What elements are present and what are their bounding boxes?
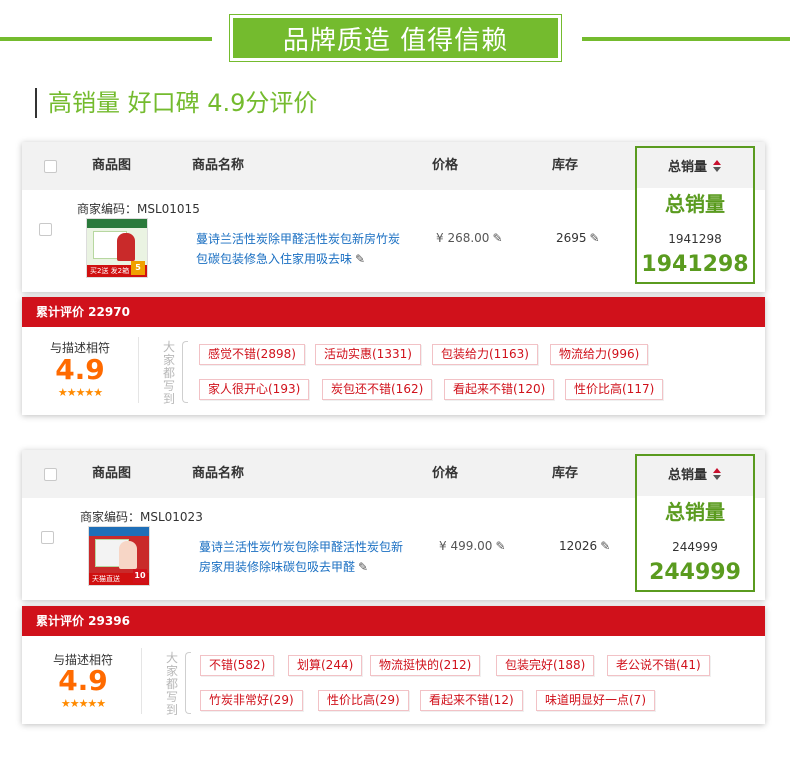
sales-count: 1941298: [668, 232, 722, 246]
banner-line-left: [0, 37, 212, 41]
product-name-link[interactable]: 蔓诗兰活性炭竹炭包除甲醛活性炭包新房家用装修除味碳包吸去甲醛 ✎: [199, 537, 404, 577]
edit-stock-icon[interactable]: ✎: [600, 539, 610, 553]
banner-line-right: [582, 37, 790, 41]
review-tag[interactable]: 看起来不错(12): [420, 690, 523, 711]
divider: [141, 648, 142, 714]
row-checkbox[interactable]: [41, 531, 54, 544]
everyone-says-label: 大家都写到: [163, 340, 176, 406]
header-price: 价格: [432, 158, 459, 173]
review-tag[interactable]: 炭包还不错(162): [322, 379, 433, 400]
everyone-says-label: 大家都写到: [166, 651, 179, 717]
brace-divider: [185, 652, 191, 714]
review-total: 累计评价 29396: [22, 606, 765, 636]
review-summary: 累计评价 29396 与描述相符 4.9 ★★★★★ 大家都写到 不错(582)…: [22, 606, 765, 724]
review-tag[interactable]: 性价比高(117): [565, 379, 664, 400]
row-checkbox[interactable]: [39, 223, 52, 236]
review-tag[interactable]: 味道明显好一点(7): [536, 690, 655, 711]
sales-highlight-box: 总销量 总销量 1941298 1941298: [635, 146, 755, 284]
review-tag[interactable]: 包装给力(1163): [432, 344, 538, 365]
review-tag[interactable]: 物流挺快的(212): [370, 655, 481, 676]
review-tag[interactable]: 感觉不错(2898): [199, 344, 305, 365]
review-tag[interactable]: 活动实惠(1331): [315, 344, 421, 365]
review-tag[interactable]: 看起来不错(120): [444, 379, 555, 400]
sales-label-big: 总销量: [665, 500, 725, 524]
review-summary: 累计评价 22970 与描述相符 4.9 ★★★★★ 大家都写到 感觉不错(28…: [22, 297, 765, 415]
product-price: ¥ 499.00 ✎: [439, 539, 506, 553]
header-image: 商品图: [92, 158, 132, 173]
section-subtitle: 高销量 好口碑 4.9分评价: [35, 88, 317, 118]
sales-count-highlight: 1941298: [641, 252, 749, 277]
banner-title: 品牌质造 值得信赖: [233, 18, 558, 58]
product-thumbnail[interactable]: 买2送 发2箱 5: [86, 218, 148, 278]
header-sales[interactable]: 总销量: [637, 148, 753, 188]
product-stock: 12026 ✎: [559, 539, 611, 553]
review-tag[interactable]: 性价比高(29): [318, 690, 409, 711]
header-name: 商品名称: [192, 158, 245, 173]
sales-count: 244999: [672, 540, 718, 554]
review-tag[interactable]: 老公说不错(41): [607, 655, 710, 676]
product-name-link[interactable]: 蔓诗兰活性炭除甲醛活性炭包新房竹炭包碳包装修急入住家用吸去味 ✎: [196, 229, 401, 269]
review-tag[interactable]: 竹炭非常好(29): [200, 690, 303, 711]
header-stock: 库存: [552, 466, 579, 481]
sales-highlight-box: 总销量 总销量 244999 244999: [635, 454, 755, 592]
header-image: 商品图: [92, 466, 132, 481]
sku-code: 商家编码：MSL01023: [80, 510, 203, 524]
thumbnail-badge: 10: [133, 569, 147, 583]
sort-icon[interactable]: [713, 468, 722, 480]
banner: 品牌质造 值得信赖: [229, 14, 562, 62]
review-tag[interactable]: 包装完好(188): [496, 655, 595, 676]
brace-divider: [182, 341, 188, 403]
review-tag[interactable]: 不错(582): [200, 655, 275, 676]
star-rating-icon: ★★★★★: [57, 386, 103, 399]
edit-stock-icon[interactable]: ✎: [590, 231, 600, 245]
review-tag[interactable]: 划算(244): [288, 655, 363, 676]
product-thumbnail[interactable]: 天猫直送 10: [88, 526, 150, 586]
edit-name-icon[interactable]: ✎: [358, 557, 368, 577]
edit-name-icon[interactable]: ✎: [355, 249, 365, 269]
select-all-checkbox[interactable]: [44, 468, 57, 481]
product-stock: 2695 ✎: [556, 231, 600, 245]
sales-count-highlight: 244999: [649, 560, 741, 585]
sku-code: 商家编码：MSL01015: [77, 202, 200, 216]
thumbnail-badge: 5: [131, 261, 145, 275]
review-total: 累计评价 22970: [22, 297, 765, 327]
edit-price-icon[interactable]: ✎: [492, 231, 502, 245]
header-stock: 库存: [552, 158, 579, 173]
edit-price-icon[interactable]: ✎: [495, 539, 505, 553]
review-score: 4.9: [58, 664, 108, 697]
divider: [138, 337, 139, 403]
star-rating-icon: ★★★★★: [60, 697, 106, 710]
review-tag[interactable]: 家人很开心(193): [199, 379, 310, 400]
sort-icon[interactable]: [713, 160, 722, 172]
sales-label-big: 总销量: [665, 192, 725, 216]
header-price: 价格: [432, 466, 459, 481]
product-price: ¥ 268.00 ✎: [436, 231, 503, 245]
review-score: 4.9: [55, 353, 105, 386]
review-tag[interactable]: 物流给力(996): [550, 344, 649, 365]
header-sales[interactable]: 总销量: [637, 456, 753, 496]
select-all-checkbox[interactable]: [44, 160, 57, 173]
header-name: 商品名称: [192, 466, 245, 481]
